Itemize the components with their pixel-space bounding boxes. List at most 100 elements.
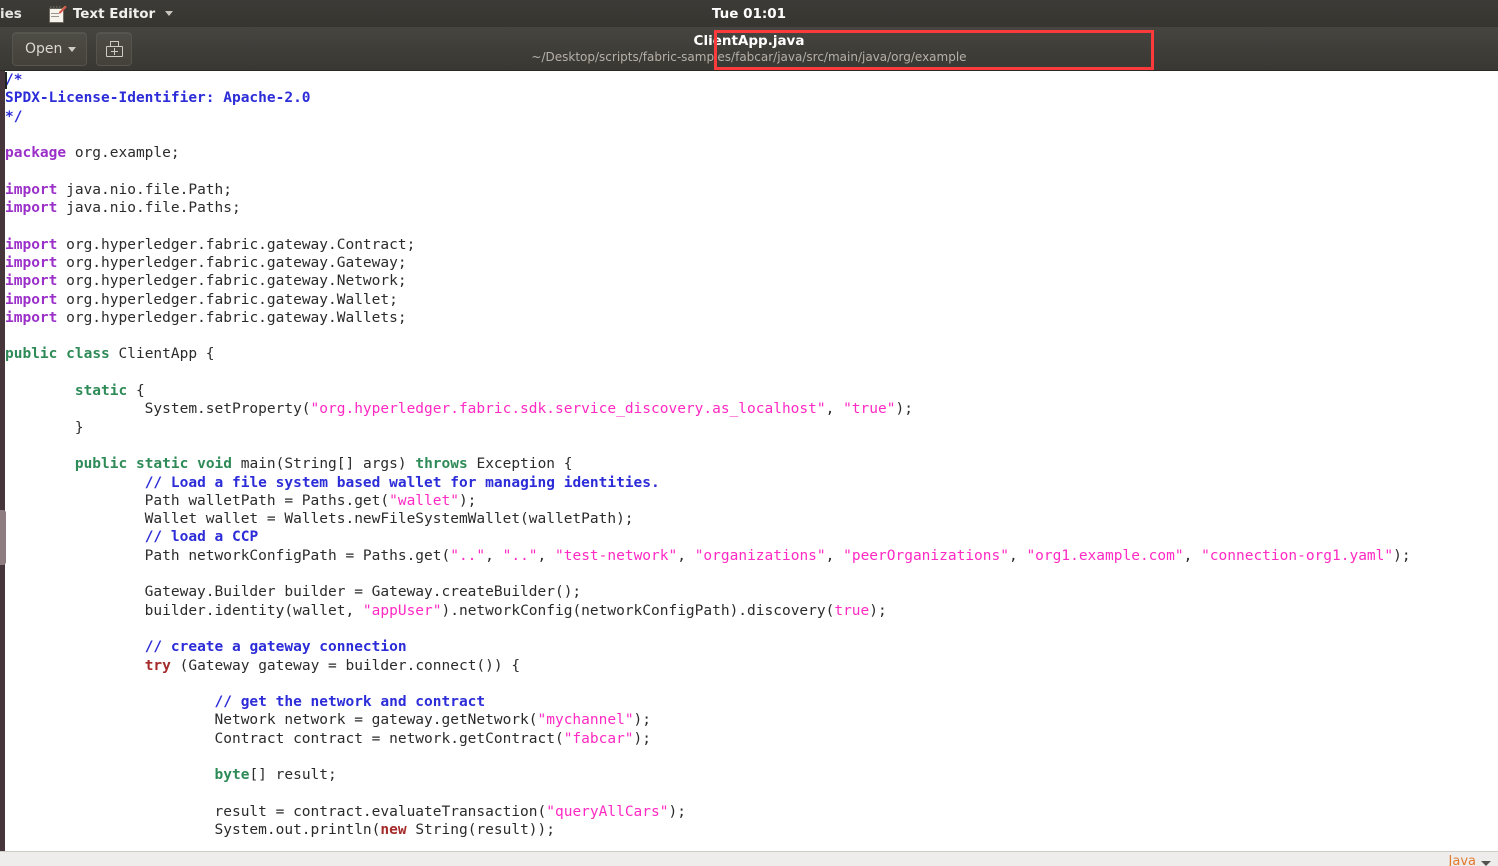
code-token: "queryAllCars" bbox=[546, 803, 669, 820]
source-code-view[interactable]: /*SPDX-License-Identifier: Apache-2.0*/​… bbox=[5, 70, 1498, 852]
code-token: , bbox=[825, 547, 844, 564]
code-token: Path networkConfigPath = Paths.get( bbox=[5, 547, 451, 564]
panel-clock[interactable]: Tue 01:01 bbox=[0, 0, 1498, 27]
code-line: Gateway.Builder builder = Gateway.create… bbox=[5, 583, 1498, 601]
code-token: Exception { bbox=[467, 456, 573, 473]
launcher-scroll-handle[interactable] bbox=[0, 510, 6, 565]
code-token: ); bbox=[668, 803, 686, 820]
code-line: byte[] result; bbox=[5, 766, 1498, 784]
code-token: Wallet wallet = Wallets.newFileSystemWal… bbox=[5, 511, 634, 528]
code-line: ​ bbox=[5, 785, 1498, 803]
code-token: "org1.example.com" bbox=[1026, 547, 1184, 564]
code-line: Network network = gateway.getNetwork("my… bbox=[5, 711, 1498, 729]
code-token: Network network = gateway.getNetwork( bbox=[5, 712, 538, 729]
code-line: ​ bbox=[5, 675, 1498, 693]
code-token: System.setProperty( bbox=[5, 401, 311, 418]
code-token: true bbox=[834, 602, 870, 619]
code-token: ); bbox=[633, 712, 652, 729]
code-token: /* bbox=[5, 72, 23, 88]
code-token: Contract contract = network.getContract( bbox=[5, 730, 564, 747]
code-token: [] result; bbox=[249, 767, 337, 784]
code-token: org.hyperledger.fabric.gateway.Wallet; bbox=[57, 291, 398, 308]
code-line: import org.hyperledger.fabric.gateway.Wa… bbox=[5, 309, 1498, 327]
code-token: ); bbox=[633, 730, 652, 747]
code-line: ​ bbox=[5, 217, 1498, 235]
code-token: "wallet" bbox=[389, 492, 459, 509]
code-line: /* bbox=[5, 71, 1498, 89]
code-line: // create a gateway connection bbox=[5, 638, 1498, 656]
code-token: "appUser" bbox=[362, 602, 442, 619]
editor-area[interactable]: /*SPDX-License-Identifier: Apache-2.0*/​… bbox=[0, 70, 1498, 852]
code-token: import bbox=[5, 236, 58, 253]
chevron-down-icon[interactable] bbox=[1481, 861, 1491, 866]
code-token: "test-network" bbox=[555, 547, 678, 564]
code-token: try bbox=[144, 657, 171, 674]
code-token: String(result)); bbox=[406, 822, 555, 839]
app-menu-label: Text Editor bbox=[72, 5, 156, 22]
code-line: Path walletPath = Paths.get("wallet"); bbox=[5, 492, 1498, 510]
status-language-label[interactable]: Java bbox=[1449, 854, 1476, 866]
code-token: class bbox=[66, 346, 110, 363]
code-token: ); bbox=[869, 602, 887, 619]
code-token: "fabcar" bbox=[563, 730, 634, 747]
code-token: "organizations" bbox=[694, 547, 826, 564]
code-line: public static void main(String[] args) t… bbox=[5, 455, 1498, 473]
code-token: , bbox=[825, 401, 844, 418]
window-titlebar: Open ClientApp.java ~/Desktop/scripts/fa… bbox=[0, 27, 1498, 71]
code-token: org.hyperledger.fabric.gateway.Network; bbox=[57, 273, 407, 290]
code-line: ​ bbox=[5, 162, 1498, 180]
code-line: Contract contract = network.getContract(… bbox=[5, 730, 1498, 748]
code-token: org.hyperledger.fabric.gateway.Contract; bbox=[57, 236, 416, 253]
code-line: import org.hyperledger.fabric.gateway.Wa… bbox=[5, 291, 1498, 309]
code-token: java.nio.file.Paths; bbox=[57, 200, 241, 217]
app-menu-text-editor[interactable]: Text Editor bbox=[48, 0, 174, 27]
code-token: , bbox=[677, 547, 695, 564]
code-token: , bbox=[1183, 547, 1202, 564]
code-token: import bbox=[5, 200, 58, 217]
code-line: Wallet wallet = Wallets.newFileSystemWal… bbox=[5, 510, 1498, 528]
panel-left-group: ies Text Editor bbox=[0, 0, 174, 27]
code-line: import org.hyperledger.fabric.gateway.Ne… bbox=[5, 272, 1498, 290]
code-token: // get the network and contract bbox=[214, 694, 486, 711]
code-token: // Load a file system based wallet for m… bbox=[144, 474, 660, 491]
code-token: "peerOrganizations" bbox=[843, 547, 1009, 564]
code-token: java.nio.file.Path; bbox=[57, 181, 232, 198]
code-token: SPDX-License-Identifier: Apache-2.0 bbox=[5, 90, 311, 107]
code-token: { bbox=[127, 383, 145, 400]
code-token: ClientApp { bbox=[109, 346, 215, 363]
code-line: System.setProperty("org.hyperledger.fabr… bbox=[5, 400, 1498, 418]
open-button[interactable]: Open bbox=[12, 32, 88, 66]
code-token: import bbox=[5, 309, 58, 326]
code-token: (Gateway gateway = builder.connect()) { bbox=[170, 657, 521, 674]
code-token: ".." bbox=[502, 547, 538, 564]
code-line: ​ bbox=[5, 126, 1498, 144]
code-line: try (Gateway gateway = builder.connect()… bbox=[5, 657, 1498, 675]
code-line: ​ bbox=[5, 327, 1498, 345]
code-token: org.example; bbox=[66, 145, 180, 162]
code-token: Path walletPath = Paths.get( bbox=[5, 492, 390, 509]
code-token: result = contract.evaluateTransaction( bbox=[5, 803, 547, 820]
code-line: public class ClientApp { bbox=[5, 345, 1498, 363]
save-button[interactable] bbox=[96, 32, 133, 66]
code-token: org.hyperledger.fabric.gateway.Wallets; bbox=[57, 309, 407, 326]
chevron-down-icon bbox=[68, 46, 77, 52]
code-token: ); bbox=[895, 401, 913, 418]
status-bar: Java bbox=[0, 851, 1498, 866]
code-token: } bbox=[5, 419, 84, 436]
panel-indicator-label[interactable]: ies bbox=[0, 6, 22, 22]
code-line: ​ bbox=[5, 620, 1498, 638]
code-token: , bbox=[485, 547, 503, 564]
code-token: "mychannel" bbox=[537, 712, 634, 729]
code-line: result = contract.evaluateTransaction("q… bbox=[5, 803, 1498, 821]
code-token: import bbox=[5, 291, 58, 308]
code-token: ); bbox=[1393, 547, 1411, 564]
code-line: ​ bbox=[5, 748, 1498, 766]
code-token: System.out.println( bbox=[5, 822, 381, 839]
window-title-block: ClientApp.java ~/Desktop/scripts/fabric-… bbox=[0, 27, 1498, 70]
code-token: import bbox=[5, 181, 58, 198]
